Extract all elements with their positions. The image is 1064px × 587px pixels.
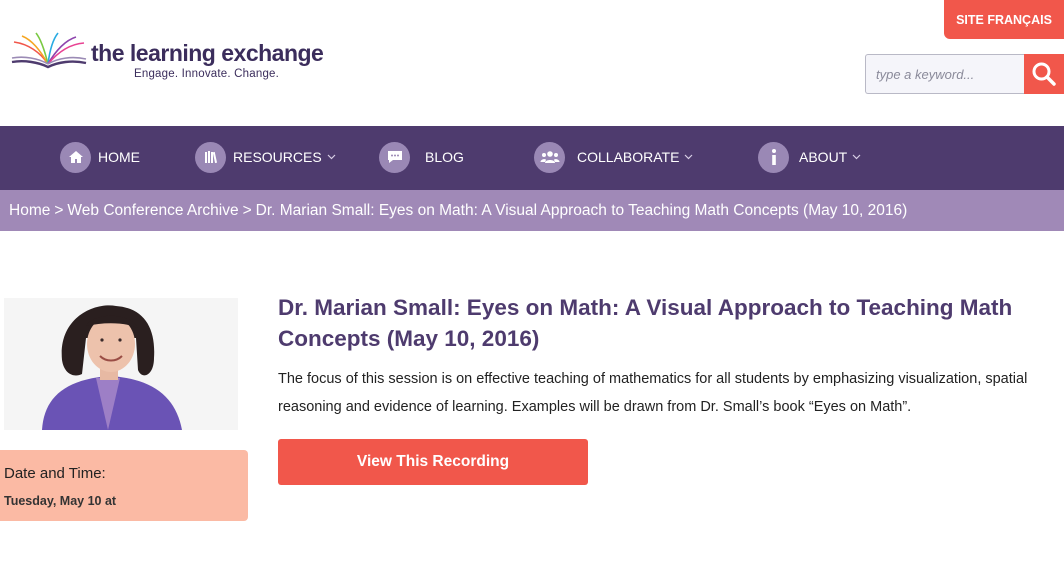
nav-item-label: ABOUT: [799, 149, 848, 165]
chevron-down-icon: [852, 154, 861, 160]
main-nav: HOME RESOURCES BLOG COLLABORATE ABOUT: [0, 126, 1064, 190]
page-title: Dr. Marian Small: Eyes on Math: A Visual…: [278, 295, 1013, 351]
speaker-photo: [4, 298, 238, 430]
nav-item-label: COLLABORATE: [577, 149, 680, 165]
search-icon: [1032, 62, 1056, 86]
site-header: the learning exchange Engage. Innovate. …: [0, 0, 1064, 126]
breadcrumb-link-home[interactable]: Home: [9, 202, 50, 220]
logo-title: the learning exchange: [91, 40, 324, 66]
nav-item-resources[interactable]: RESOURCES: [195, 140, 336, 174]
home-icon: [60, 141, 91, 173]
open-book-logo-icon: [11, 32, 87, 69]
date-time-value: Tuesday, May 10 at: [4, 494, 117, 508]
books-icon: [195, 141, 226, 173]
people-icon: [534, 141, 565, 173]
logo-tagline: Engage. Innovate. Change.: [134, 68, 280, 80]
info-icon: [758, 141, 789, 173]
breadcrumb-separator: >: [54, 201, 64, 219]
chevron-down-icon: [327, 154, 336, 160]
chat-bubble-icon: [379, 141, 410, 173]
breadcrumb-current-page: Dr. Marian Small: Eyes on Math: A Visual…: [255, 201, 908, 219]
nav-item-home[interactable]: HOME: [60, 140, 140, 174]
nav-item-blog[interactable]: BLOG: [379, 140, 464, 174]
nav-item-collaborate[interactable]: COLLABORATE: [534, 140, 693, 174]
event-description: The focus of this session is on effectiv…: [278, 371, 1028, 415]
search-input[interactable]: [865, 54, 1025, 94]
view-recording-button[interactable]: View This Recording: [278, 439, 588, 485]
date-time-box: Date and Time: Tuesday, May 10 at: [0, 450, 248, 521]
nav-item-label: BLOG: [425, 149, 464, 165]
breadcrumb-separator: >: [242, 201, 252, 219]
breadcrumb: Home > Web Conference Archive > Dr. Mari…: [0, 190, 1064, 231]
nav-item-label: RESOURCES: [233, 149, 322, 165]
nav-item-about[interactable]: ABOUT: [758, 140, 861, 174]
breadcrumb-link-web-conference-archive[interactable]: Web Conference Archive: [67, 202, 238, 220]
nav-item-label: HOME: [98, 149, 140, 165]
search-form: [865, 54, 1064, 94]
site-logo[interactable]: the learning exchange Engage. Innovate. …: [10, 30, 324, 86]
search-button[interactable]: [1024, 54, 1064, 94]
site-francais-button[interactable]: SITE FRANÇAIS: [944, 0, 1064, 39]
date-time-label: Date and Time:: [4, 465, 106, 482]
chevron-down-icon: [685, 154, 693, 160]
